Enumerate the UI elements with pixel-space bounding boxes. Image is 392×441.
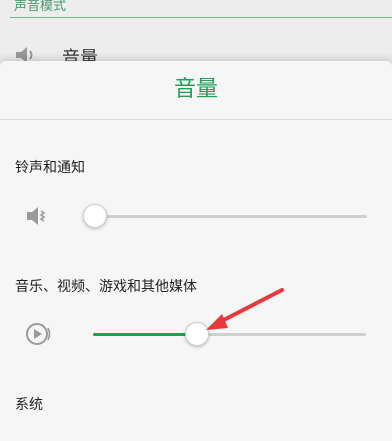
- background-settings-list: 声音模式 音量: [0, 0, 392, 70]
- media-volume-thumb[interactable]: [185, 322, 209, 346]
- title-divider: [0, 119, 392, 120]
- media-label: 音乐、视频、游戏和其他媒体: [15, 279, 197, 295]
- system-label: 系统: [15, 397, 43, 413]
- ringtone-volume-slider[interactable]: [83, 204, 367, 228]
- media-volume-slider[interactable]: [93, 322, 366, 346]
- media-volume-fill: [93, 333, 197, 336]
- ringtone-volume-thumb[interactable]: [83, 204, 107, 228]
- speaker-icon: [27, 207, 46, 225]
- ringtone-label: 铃声和通知: [15, 160, 85, 176]
- volume-dialog: 音量 铃声和通知 音乐、视频、游戏和其他媒体 系统: [0, 61, 392, 441]
- section-divider: [10, 17, 392, 18]
- dialog-title: 音量: [173, 77, 218, 102]
- play-circle-icon: [26, 323, 51, 345]
- section-header-sound-mode: 声音模式: [14, 0, 67, 14]
